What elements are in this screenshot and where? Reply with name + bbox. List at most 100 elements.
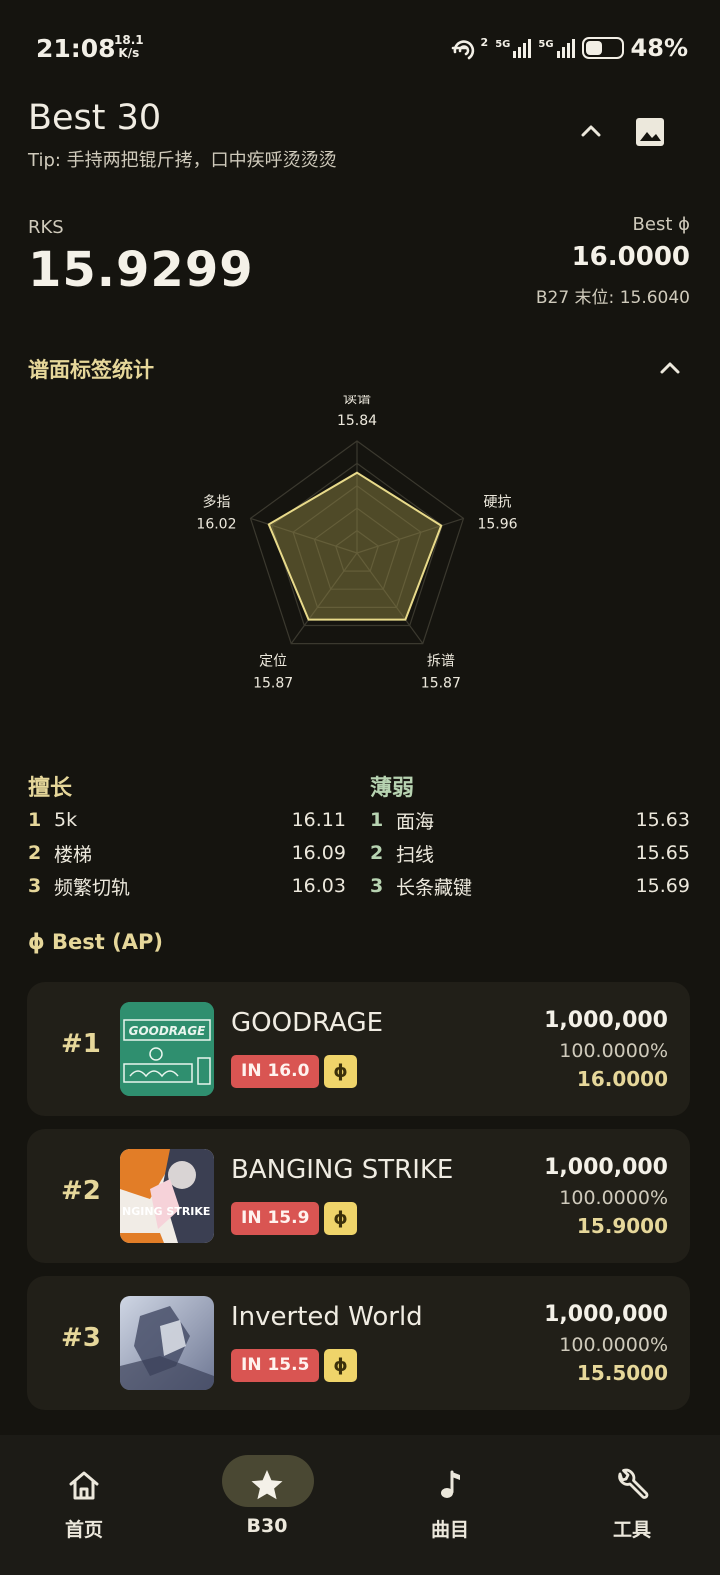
status-icons: 2 5G 5G 48% bbox=[451, 34, 688, 62]
song-rank: #3 bbox=[61, 1323, 101, 1353]
radar-value: 16.02 bbox=[196, 516, 236, 532]
song-rank: #1 bbox=[61, 1029, 101, 1059]
song-rks: 16.0000 bbox=[576, 1067, 668, 1091]
weakness-name: 长条藏键 bbox=[396, 876, 473, 899]
strength-name: 5k bbox=[54, 809, 78, 831]
collapse-tag-stats-button[interactable] bbox=[656, 354, 684, 382]
nav-tools[interactable]: 工具 bbox=[562, 1435, 702, 1575]
strength-row: 1 5k 16.11 bbox=[28, 805, 346, 835]
weakness-name: 面海 bbox=[396, 810, 435, 833]
strength-rank: 1 bbox=[28, 809, 42, 831]
song-rank: #2 bbox=[61, 1176, 101, 1206]
sim1-network-label: 5G bbox=[495, 38, 511, 50]
radar-value: 15.87 bbox=[253, 676, 293, 692]
song-title: BANGING STRIKE bbox=[231, 1155, 454, 1185]
export-image-button[interactable] bbox=[634, 116, 666, 148]
phi-best-title: ϕ Best (AP) bbox=[28, 930, 163, 954]
goodrage-jacket-art: GOODRAGE bbox=[120, 1002, 214, 1096]
song-card[interactable]: #2 NGING STRIKE BANGING STRIKE IN 15.9 ϕ… bbox=[27, 1129, 690, 1263]
weakness-value: 15.65 bbox=[635, 842, 690, 864]
chevron-up-icon bbox=[660, 362, 680, 374]
strength-value: 16.11 bbox=[291, 809, 346, 831]
battery-percent: 48% bbox=[630, 34, 688, 62]
nav-home-label: 首页 bbox=[64, 1519, 103, 1541]
best-phi-label: Best ϕ bbox=[632, 214, 690, 235]
weakness-rank: 3 bbox=[370, 875, 384, 897]
song-card[interactable]: #1 GOODRAGE GOODRAGE IN 16.0 ϕ 1,000,000… bbox=[27, 982, 690, 1116]
song-title: Inverted World bbox=[231, 1302, 423, 1332]
song-jacket: NGING STRIKE bbox=[120, 1149, 214, 1243]
hotspot-count: 2 bbox=[480, 36, 489, 49]
strengths-list: 1 5k 16.11 2 楼梯 16.09 3 频繁切轨 16.03 bbox=[28, 805, 346, 901]
song-jacket: GOODRAGE bbox=[120, 1002, 214, 1096]
weaknesses-title: 薄弱 bbox=[370, 776, 415, 801]
status-time: 21:08 bbox=[36, 34, 116, 63]
difficulty-badge: IN 15.9 bbox=[231, 1202, 320, 1235]
strengths-title: 擅长 bbox=[28, 776, 73, 801]
nav-songs[interactable]: 曲目 bbox=[380, 1435, 520, 1575]
difficulty-badge: IN 16.0 bbox=[231, 1055, 320, 1088]
radar-label: 读谱 bbox=[343, 395, 371, 407]
rks-value: 15.9299 bbox=[28, 242, 254, 298]
strength-row: 3 频繁切轨 16.03 bbox=[28, 871, 346, 901]
tag-stats-title: 谱面标签统计 bbox=[28, 358, 154, 382]
collapse-header-button[interactable] bbox=[576, 116, 606, 146]
b27-last: B27 末位: 15.6040 bbox=[535, 288, 690, 308]
song-rks: 15.9000 bbox=[576, 1214, 668, 1238]
jacket-title: GOODRAGE bbox=[129, 1024, 207, 1038]
banging-strike-jacket-art: NGING STRIKE bbox=[120, 1149, 214, 1243]
weakness-rank: 1 bbox=[370, 809, 384, 831]
radar-label: 多指 bbox=[202, 493, 230, 510]
weakness-value: 15.63 bbox=[635, 809, 690, 831]
bottom-nav: 首页 B30 曲目 工具 bbox=[0, 1435, 720, 1575]
weakness-row: 3 长条藏键 15.69 bbox=[370, 871, 690, 901]
song-accuracy: 100.0000% bbox=[559, 1334, 668, 1356]
song-score: 1,000,000 bbox=[544, 1302, 668, 1327]
weakness-name: 扫线 bbox=[396, 843, 435, 866]
difficulty-badge: IN 15.5 bbox=[231, 1349, 320, 1382]
wrench-icon bbox=[618, 1468, 649, 1499]
nav-songs-label: 曲目 bbox=[430, 1519, 469, 1541]
strength-name: 楼梯 bbox=[54, 843, 93, 866]
phi-badge: ϕ bbox=[324, 1055, 357, 1088]
weaknesses-list: 1 面海 15.63 2 扫线 15.65 3 长条藏键 15.69 bbox=[370, 805, 690, 901]
radar-label: 硬抗 bbox=[484, 494, 512, 510]
radar-label: 拆谱 bbox=[427, 654, 455, 670]
strength-name: 频繁切轨 bbox=[54, 876, 131, 899]
nav-b30[interactable]: B30 bbox=[197, 1435, 337, 1575]
song-title: GOODRAGE bbox=[231, 1008, 384, 1038]
phi-badge: ϕ bbox=[324, 1349, 357, 1382]
strength-value: 16.09 bbox=[291, 842, 346, 864]
weakness-value: 15.69 bbox=[635, 875, 690, 897]
network-speed: 18.1 K/s bbox=[114, 34, 144, 60]
song-score: 1,000,000 bbox=[544, 1155, 668, 1180]
home-icon bbox=[69, 1471, 99, 1500]
sim2-network-label: 5G bbox=[538, 38, 554, 50]
signal-sim2-icon: 5G bbox=[538, 38, 575, 58]
nav-tools-label: 工具 bbox=[612, 1519, 651, 1541]
nav-home[interactable]: 首页 bbox=[14, 1435, 154, 1575]
chevron-up-icon bbox=[581, 125, 601, 137]
radar-label: 定位 bbox=[259, 654, 287, 670]
song-card[interactable]: #3 Inverted World IN 15.5 ϕ 1,000,000 10… bbox=[27, 1276, 690, 1410]
song-accuracy: 100.0000% bbox=[559, 1187, 668, 1209]
weakness-row: 2 扫线 15.65 bbox=[370, 838, 690, 868]
weakness-row: 1 面海 15.63 bbox=[370, 805, 690, 835]
nav-b30-label: B30 bbox=[246, 1515, 288, 1537]
music-note-icon bbox=[441, 1470, 460, 1498]
radar-value: 15.96 bbox=[477, 516, 517, 532]
song-score: 1,000,000 bbox=[544, 1008, 668, 1033]
strength-rank: 3 bbox=[28, 875, 42, 897]
song-accuracy: 100.0000% bbox=[559, 1040, 668, 1062]
star-icon bbox=[251, 1470, 283, 1500]
page-title: Best 30 bbox=[28, 98, 162, 138]
radar-value: 15.87 bbox=[421, 676, 461, 692]
hotspot-icon: 2 bbox=[451, 36, 489, 60]
radar-value: 15.84 bbox=[337, 413, 377, 429]
signal-sim1-icon: 5G bbox=[495, 38, 532, 58]
battery-icon bbox=[581, 37, 624, 59]
tag-radar-chart: 读谱 15.84 硬抗 15.96 拆谱 15.87 定位 15.87 多指 16.02 bbox=[196, 395, 517, 692]
jacket-title: NGING STRIKE bbox=[122, 1205, 210, 1218]
strength-value: 16.03 bbox=[291, 875, 346, 897]
song-rks: 15.5000 bbox=[576, 1361, 668, 1385]
